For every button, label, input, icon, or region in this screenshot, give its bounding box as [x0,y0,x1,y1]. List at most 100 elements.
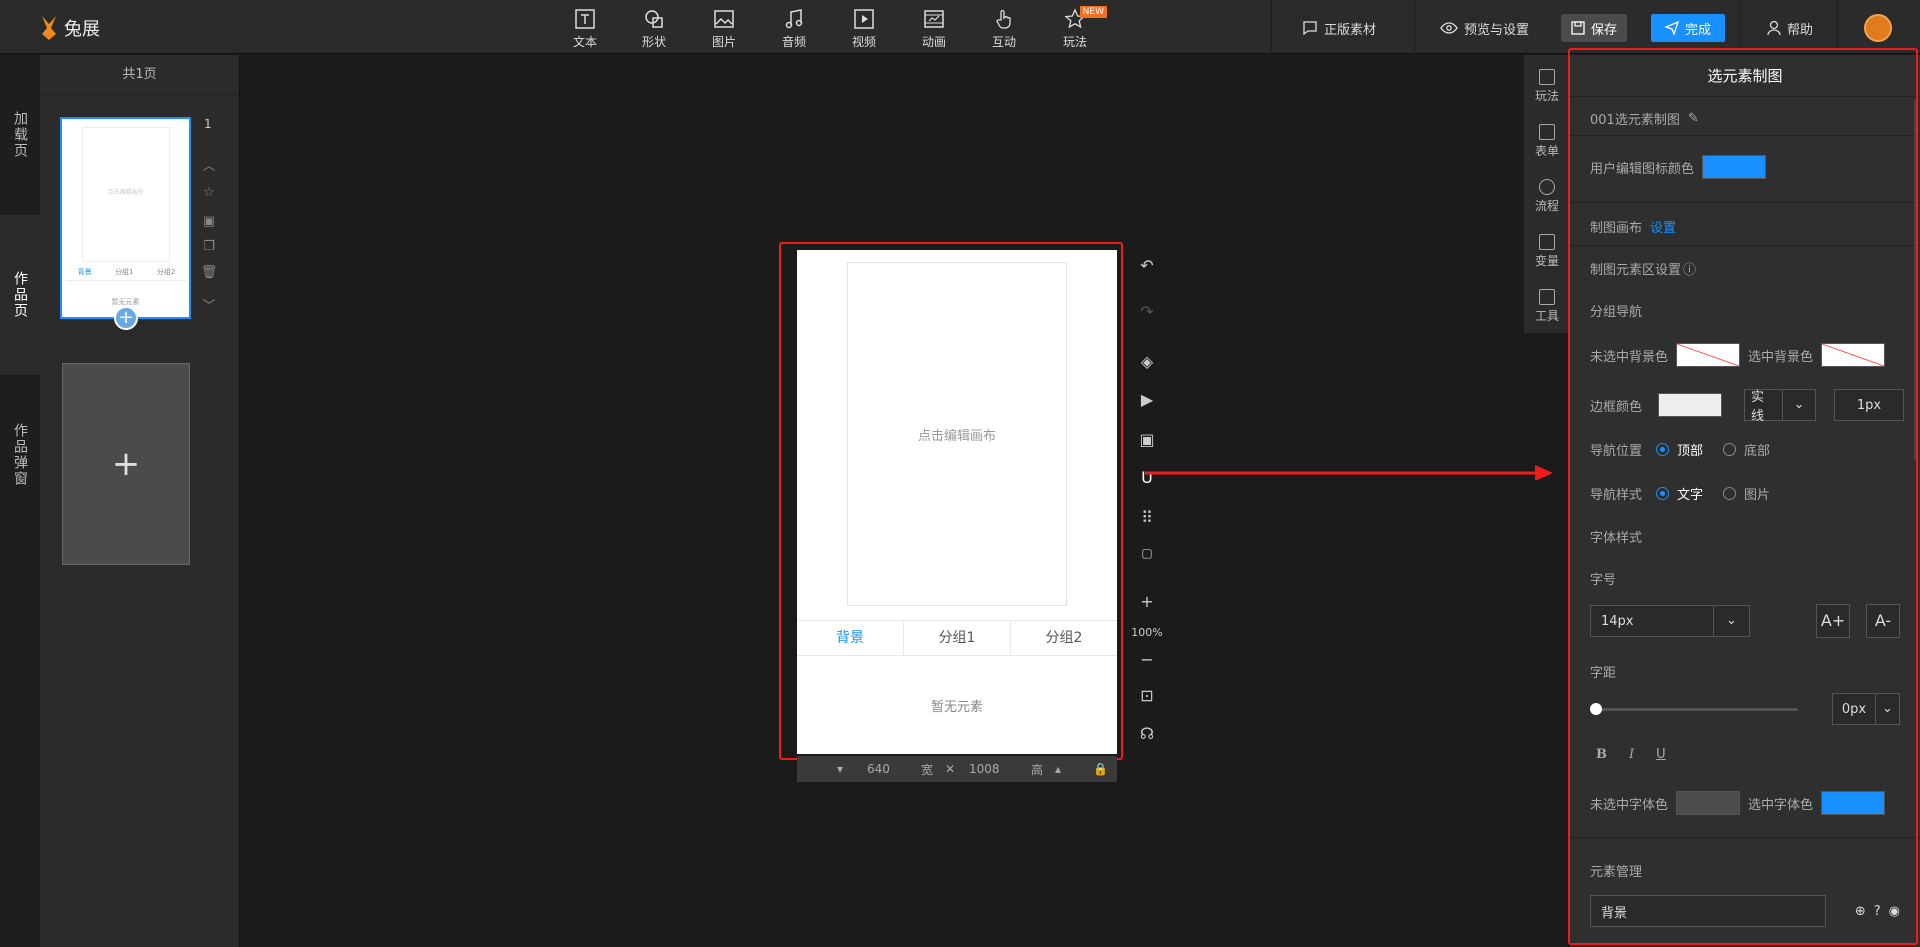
done-button[interactable]: 完成 [1651,14,1726,42]
tab-flow[interactable]: 流程 [1524,179,1570,214]
done-label: 完成 [1685,22,1712,38]
tool-shape[interactable]: 形状 [626,8,682,50]
play-icon[interactable]: ▶ [1130,390,1164,409]
star-outline-icon[interactable]: ☆ [199,185,219,200]
help-button[interactable]: 帮助 [1767,14,1813,42]
thumb-canvas-hint: 点击编辑画布 [107,189,144,196]
thumb-nav-item: 分组2 [156,268,176,276]
rtab-label: 表单 [1534,144,1559,158]
add-after-button[interactable]: + [114,306,138,330]
thumb-nav-item: 背景 [77,268,92,276]
tool-label: 文本 [572,35,597,49]
tab-work-popup[interactable]: 作品弹窗 [0,375,40,535]
save-icon [1571,21,1585,35]
flow-icon [1539,179,1555,195]
image-icon [714,10,734,28]
save-button[interactable]: 保存 [1561,14,1628,42]
toolbox-icon [1539,289,1555,305]
swap-icon[interactable]: ✕ [945,762,955,776]
tool-label: 互动 [991,35,1016,49]
send-icon [1665,21,1679,35]
page-thumbnail[interactable]: 点击编辑画布 背景 分组1 分组2 暂无元素 + [60,117,191,330]
text-icon [575,9,595,29]
tool-gameplay[interactable]: 玩法 NEW [1047,6,1107,50]
zoom-out-icon[interactable]: − [1130,650,1164,669]
annotation-arrow [1145,465,1553,480]
shape-icon [645,10,663,28]
highlight-box-panel [1568,48,1918,945]
trash-icon[interactable]: 🗑 [199,265,219,280]
grid-icon[interactable]: ⠿ [1130,508,1164,527]
tool-label: 玩法 [1062,35,1087,49]
divider [1271,0,1272,54]
help-label: 帮助 [1787,22,1814,38]
save-label: 保存 [1591,22,1618,38]
tool-music[interactable]: 音频 [766,8,822,50]
new-badge: NEW [1079,6,1107,18]
divider [1740,0,1741,54]
top-toolbar: 兔展 文本 形状 图片 音频 视频 动画 互动 玩法 NEW 正版素材 预览与设… [0,0,1920,54]
layers-icon[interactable]: ◈ [1130,352,1164,371]
layout-icon[interactable]: ▣ [199,214,219,229]
caret-up-icon[interactable]: ▴ [1055,762,1061,776]
animation-icon [924,10,944,28]
tool-label: 视频 [851,35,876,49]
height-unit: 高 [1031,762,1044,777]
caret-down-icon[interactable]: ▾ [837,762,843,776]
percent-icon[interactable]: ▢ [1130,546,1164,560]
tab-loading-page[interactable]: 加载页 [0,55,40,215]
zoom-in-icon[interactable]: + [1130,592,1164,611]
redo-icon[interactable]: ↷ [1130,302,1164,321]
chat-icon [1303,21,1317,36]
logo-text: 兔展 [64,19,100,40]
tool-animation[interactable]: 动画 [906,8,962,50]
rtab-label: 玩法 [1534,89,1559,103]
size-bar: ▾ 640 宽 ✕ 1008 高 ▴ 🔒 [797,756,1117,782]
logo[interactable]: 兔展 [38,14,100,42]
rtab-label: 流程 [1534,199,1559,213]
divider [1414,0,1415,54]
thumb-nav-item: 分组1 [115,268,134,276]
width-unit: 宽 [921,762,934,777]
preview-settings-button[interactable]: 预览与设置 [1440,14,1529,42]
tab-form[interactable]: 表单 [1524,124,1570,159]
tutorial-icon[interactable]: ⊡ [1130,686,1164,705]
rtab-label: 工具 [1534,309,1559,323]
page-number: 1 [204,117,212,131]
tool-label: 图片 [711,35,736,49]
move-up-icon[interactable]: ︿ [199,155,219,174]
tool-text[interactable]: 文本 [557,8,613,50]
lock-icon[interactable]: 🔒 [1093,762,1108,776]
pages-panel: 共1页 点击编辑画布 背景 分组1 分组2 暂无元素 + 1 ︿ ☆ ▣ ❐ 🗑… [40,55,240,947]
headset-icon[interactable]: ☊ [1130,724,1164,743]
form-icon [1539,124,1555,140]
tab-variable[interactable]: 变量 [1524,234,1570,269]
undo-icon[interactable]: ↶ [1130,256,1164,275]
video-icon [854,9,874,29]
tool-label: 音频 [781,35,806,49]
avatar[interactable] [1864,14,1892,42]
licensed-label: 正版素材 [1324,22,1377,38]
hand-icon [996,9,1011,29]
move-down-icon[interactable]: ﹀ [199,295,219,314]
variable-icon [1539,234,1555,250]
eye-icon [1440,22,1458,34]
tool-label: 动画 [921,35,946,49]
divider [1837,0,1838,54]
tool-interact[interactable]: 互动 [976,8,1032,50]
left-tabs: 加载页 作品页 作品弹窗 [0,55,40,947]
zoom-level: 100% [1131,626,1163,639]
tab-tools[interactable]: 工具 [1524,289,1570,324]
music-icon [785,9,803,29]
licensed-assets-button[interactable]: 正版素材 [1302,14,1376,42]
width-value[interactable]: 640 [867,762,890,776]
tab-work-page[interactable]: 作品页 [0,215,40,375]
tab-gameplay[interactable]: 玩法 [1524,69,1570,104]
frame-icon[interactable]: ▣ [1130,430,1164,449]
height-value[interactable]: 1008 [969,762,1000,776]
rabbit-logo-icon [42,16,56,40]
copy-icon[interactable]: ❐ [199,239,219,254]
tool-video[interactable]: 视频 [836,8,892,50]
tool-image[interactable]: 图片 [696,8,752,50]
add-page-button[interactable]: + [62,363,190,565]
